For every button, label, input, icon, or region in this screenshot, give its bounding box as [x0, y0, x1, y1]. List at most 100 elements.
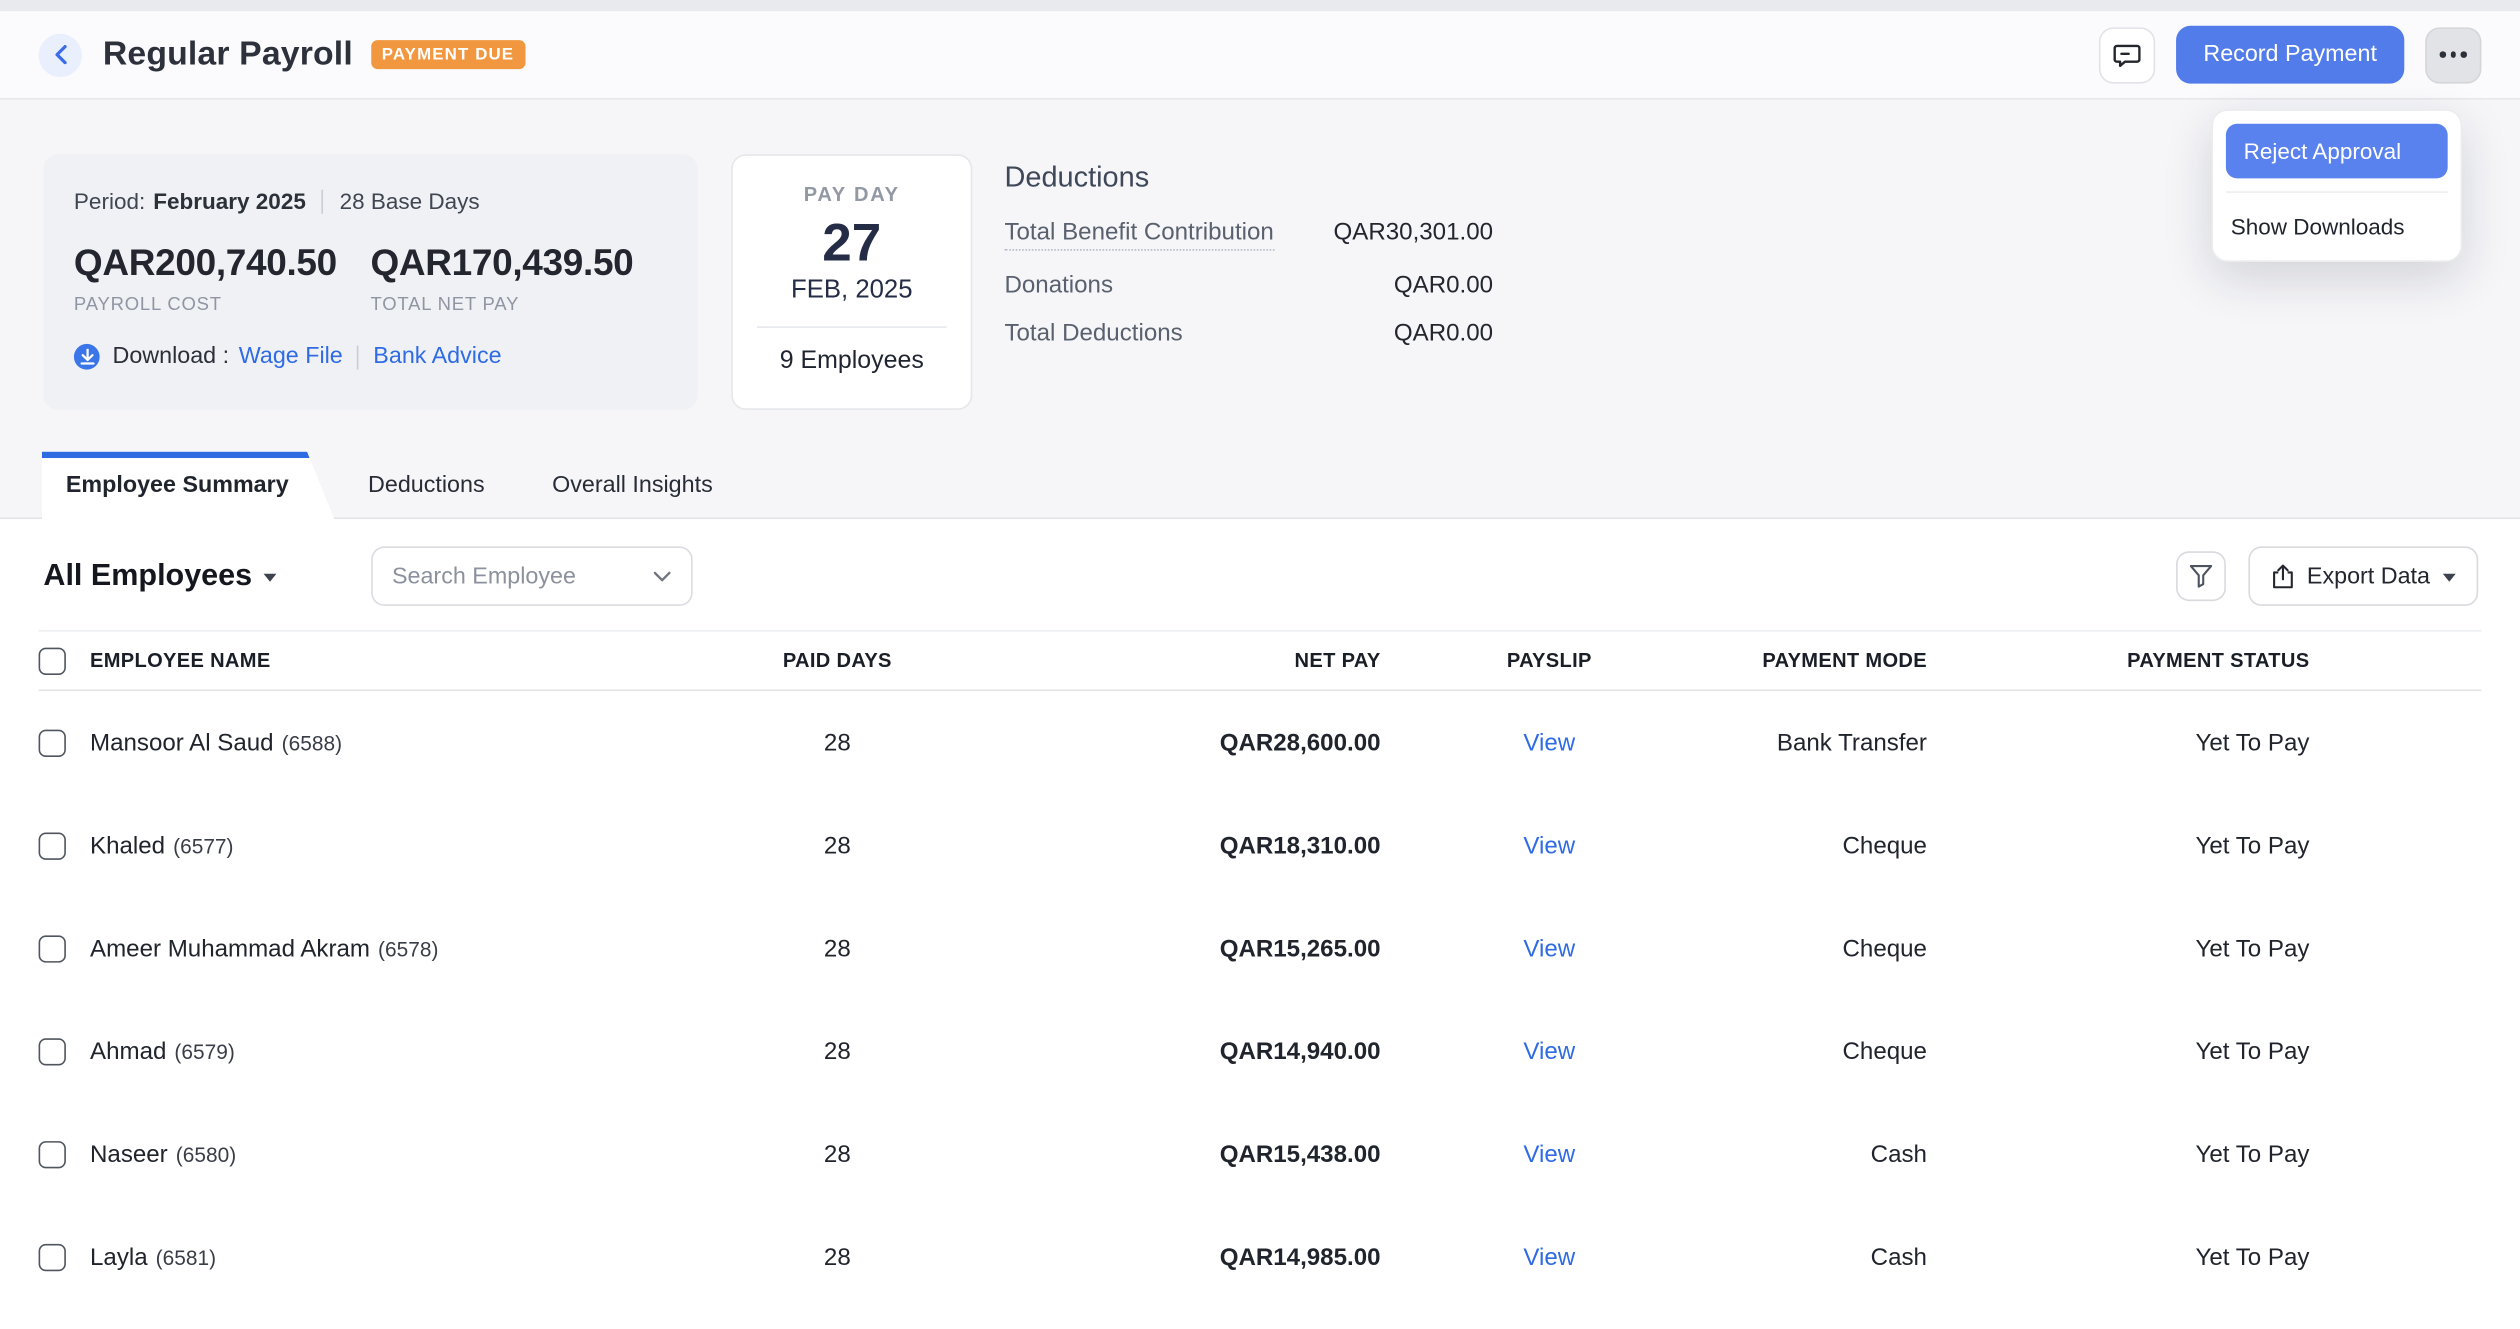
- employee-name: Ameer Muhammad Akram: [90, 935, 370, 962]
- employee-filter-label: All Employees: [43, 558, 252, 593]
- row-checkbox[interactable]: [39, 935, 66, 962]
- employee-name: Khaled: [90, 832, 165, 859]
- divider: [757, 327, 947, 329]
- export-data-label: Export Data: [2307, 563, 2430, 589]
- total-net-pay-value: QAR170,439.50: [370, 241, 667, 284]
- payday-employee-count: 9 Employees: [733, 348, 971, 377]
- total-benefit-contribution-value: QAR30,301.00: [1334, 219, 1494, 246]
- payroll-cost-value: QAR200,740.50: [74, 241, 371, 284]
- dot-icon: [2450, 52, 2456, 58]
- payday-card: PAY DAY 27 FEB, 2025 9 Employees: [731, 154, 972, 410]
- view-payslip-link[interactable]: View: [1523, 1037, 1575, 1064]
- payday-label: PAY DAY: [733, 183, 971, 206]
- chat-icon: [2113, 41, 2140, 68]
- export-data-button[interactable]: Export Data: [2249, 546, 2478, 605]
- more-actions-menu: Reject Approval Show Downloads: [2211, 109, 2462, 262]
- col-payslip: PAYSLIP: [1381, 649, 1719, 672]
- table-row: Khaled(6577) 28 QAR18,310.00 View Cheque…: [39, 794, 2482, 897]
- payday-day: 27: [733, 214, 971, 272]
- total-benefit-contribution-label: Total Benefit Contribution: [1004, 219, 1273, 251]
- paid-days: 28: [733, 935, 942, 962]
- caret-down-icon: [2443, 574, 2456, 582]
- payment-mode: Cheque: [1718, 832, 1927, 859]
- tab-overall-insights[interactable]: Overall Insights: [518, 452, 746, 518]
- col-payment-status: PAYMENT STATUS: [1927, 649, 2309, 672]
- total-deductions-value: QAR0.00: [1394, 320, 1493, 347]
- comments-button[interactable]: [2099, 27, 2155, 83]
- payroll-cost: QAR200,740.50 PAYROLL COST: [74, 241, 371, 315]
- employee-id: (6581): [156, 1245, 216, 1269]
- payroll-page: Regular Payroll PAYMENT DUE Record Payme…: [0, 0, 2520, 1328]
- col-paid-days: PAID DAYS: [733, 649, 942, 672]
- paid-days: 28: [733, 1037, 942, 1064]
- table-row: Ahmad(6579) 28 QAR14,940.00 View Cheque …: [39, 1000, 2482, 1103]
- view-payslip-link[interactable]: View: [1523, 729, 1575, 756]
- base-days: 28 Base Days: [340, 188, 480, 214]
- view-payslip-link[interactable]: View: [1523, 935, 1575, 962]
- employee-name: Ahmad: [90, 1037, 166, 1064]
- employee-filter-dropdown[interactable]: All Employees: [43, 558, 276, 593]
- menu-item-reject-approval[interactable]: Reject Approval: [2226, 124, 2448, 179]
- record-payment-button[interactable]: Record Payment: [2176, 26, 2404, 84]
- employee-summary-panel: All Employees Export Data: [0, 519, 2520, 1329]
- deduction-row: Donations QAR0.00: [1004, 272, 1493, 299]
- total-deductions-label: Total Deductions: [1004, 320, 1182, 347]
- deductions-title: Deductions: [1004, 161, 1493, 195]
- payment-status: Yet To Pay: [1927, 729, 2309, 756]
- employee-name: Layla: [90, 1243, 148, 1270]
- row-checkbox[interactable]: [39, 1243, 66, 1270]
- employee-search-combobox[interactable]: [371, 546, 692, 605]
- employee-id: (6580): [176, 1142, 236, 1166]
- table-row: Mansoor Al Saud(6588) 28 QAR28,600.00 Vi…: [39, 691, 2482, 794]
- row-checkbox[interactable]: [39, 832, 66, 859]
- payroll-cost-label: PAYROLL COST: [74, 296, 371, 315]
- tab-employee-summary[interactable]: Employee Summary: [42, 452, 335, 520]
- payday-month-year: FEB, 2025: [733, 277, 971, 306]
- view-payslip-link[interactable]: View: [1523, 1140, 1575, 1167]
- filter-button[interactable]: [2177, 551, 2227, 601]
- employee-id: (6579): [174, 1039, 234, 1063]
- divider: [322, 189, 324, 213]
- donations-value: QAR0.00: [1394, 272, 1493, 299]
- more-actions-button[interactable]: [2425, 27, 2481, 83]
- wage-file-link[interactable]: Wage File: [239, 344, 343, 370]
- payment-status: Yet To Pay: [1927, 1140, 2309, 1167]
- back-button[interactable]: [39, 33, 82, 76]
- employee-id: (6578): [378, 936, 438, 960]
- net-pay: QAR18,310.00: [942, 832, 1381, 859]
- net-pay: QAR14,940.00: [942, 1037, 1381, 1064]
- employee-name: Naseer: [90, 1140, 168, 1167]
- download-row: Download : Wage File Bank Advice: [74, 344, 667, 370]
- header-actions: Record Payment: [2099, 26, 2482, 84]
- payment-status: Yet To Pay: [1927, 1037, 2309, 1064]
- paid-days: 28: [733, 832, 942, 859]
- download-label: Download :: [113, 344, 230, 370]
- period-value: February 2025: [153, 188, 306, 214]
- payment-mode: Bank Transfer: [1718, 729, 1927, 756]
- page-title: Regular Payroll: [103, 35, 353, 74]
- payment-mode: Cheque: [1718, 935, 1927, 962]
- employee-table: EMPLOYEE NAME PAID DAYS NET PAY PAYSLIP …: [0, 630, 2520, 1308]
- table-header-row: EMPLOYEE NAME PAID DAYS NET PAY PAYSLIP …: [39, 630, 2482, 691]
- net-pay: QAR28,600.00: [942, 729, 1381, 756]
- menu-item-show-downloads[interactable]: Show Downloads: [2226, 193, 2448, 248]
- filter-toolbar: All Employees Export Data: [0, 519, 2520, 606]
- view-payslip-link[interactable]: View: [1523, 1243, 1575, 1270]
- select-all-checkbox[interactable]: [39, 647, 66, 674]
- employee-name: Mansoor Al Saud: [90, 729, 274, 756]
- payment-mode: Cheque: [1718, 1037, 1927, 1064]
- view-payslip-link[interactable]: View: [1523, 832, 1575, 859]
- tab-deductions[interactable]: Deductions: [334, 452, 518, 518]
- payment-status: Yet To Pay: [1927, 832, 2309, 859]
- row-checkbox[interactable]: [39, 729, 66, 756]
- col-payment-mode: PAYMENT MODE: [1718, 649, 1927, 672]
- download-icon: [74, 344, 100, 370]
- chevron-left-icon: [54, 45, 67, 64]
- col-net-pay: NET PAY: [942, 649, 1381, 672]
- funnel-icon: [2190, 564, 2214, 588]
- row-checkbox[interactable]: [39, 1037, 66, 1064]
- bank-advice-link[interactable]: Bank Advice: [373, 344, 501, 370]
- row-checkbox[interactable]: [39, 1140, 66, 1167]
- tab-bar: Employee Summary Deductions Overall Insi…: [0, 452, 2520, 520]
- search-employee-input[interactable]: [392, 563, 652, 589]
